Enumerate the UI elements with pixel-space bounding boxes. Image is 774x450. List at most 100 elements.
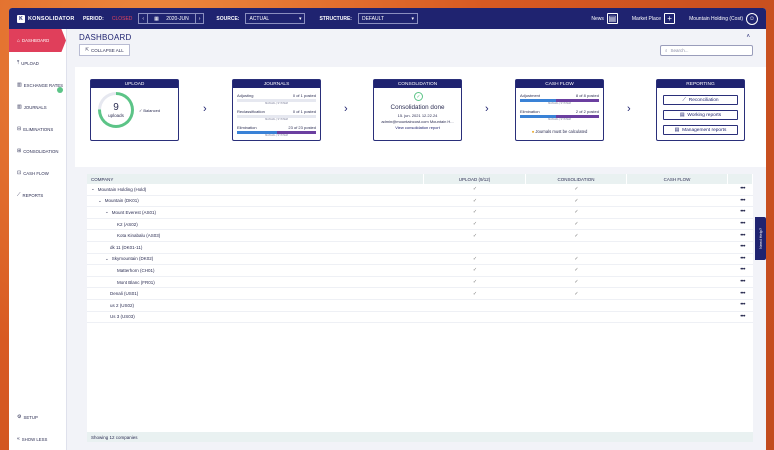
column-upload[interactable]: UPLOAD (9/12) xyxy=(424,174,526,184)
table-row[interactable]: ⌄ Mountain Holding (Hold) ✓ ✓ ••• xyxy=(87,184,753,196)
company-cell: ⌄ Mountain (DK01) xyxy=(87,198,424,204)
cashflow-row-status: 2 of 2 posted xyxy=(575,109,599,114)
consolidation-date: 15. jun. 2021 12.22.24 xyxy=(397,113,438,118)
more-icon[interactable]: ••• xyxy=(728,209,753,215)
period-label: PERIOD: xyxy=(83,15,104,22)
more-icon[interactable]: ••• xyxy=(728,267,753,273)
more-icon[interactable]: ••• xyxy=(728,302,753,308)
more-icon[interactable]: ••• xyxy=(728,233,753,239)
management-reports-button[interactable]: ▤ Management reports xyxy=(663,125,738,135)
journals-card[interactable]: JOURNALS Adjusting 0 of 1 posted MANUAL … xyxy=(232,79,321,141)
more-icon[interactable]: ••• xyxy=(728,256,753,262)
more-icon[interactable]: ••• xyxy=(728,221,753,227)
company-name: Us 3 (US03) xyxy=(110,314,135,320)
reconciliation-button[interactable]: ⟋ Reconciliation xyxy=(663,95,738,105)
chevron-down-icon[interactable]: ⌄ xyxy=(105,256,109,262)
column-company[interactable]: COMPANY xyxy=(87,174,424,184)
check-icon: ✓ xyxy=(574,255,579,262)
company-name: dk 11 (DK01-11) xyxy=(110,244,143,250)
structure-select[interactable]: DEFAULT ▾ xyxy=(357,13,418,24)
more-icon[interactable]: ••• xyxy=(728,244,753,250)
table-row[interactable]: Matterhorn (CH01) ✓ ✓ ••• xyxy=(87,265,753,277)
check-icon: ✓ xyxy=(574,221,579,228)
sidebar-item-dashboard[interactable]: ⌂ DASHBOARD xyxy=(9,29,66,52)
management-reports-label: Management reports xyxy=(682,127,727,133)
company-name: K2 (AS02) xyxy=(117,221,138,227)
consolidation-cell: ✓ xyxy=(526,233,627,239)
journal-row-sub: MANUAL | SYSTEM xyxy=(265,118,288,121)
news-label: News xyxy=(591,15,604,22)
sidebar-item-eliminations[interactable]: ⊟ ELIMINATIONS xyxy=(9,118,66,140)
need-help-button[interactable]: Need Help? xyxy=(755,217,766,260)
working-reports-button[interactable]: ▤ Working reports xyxy=(663,110,738,120)
market-place-label: Market Place xyxy=(631,15,662,22)
source-select[interactable]: ACTUAL ▾ xyxy=(245,13,306,24)
sidebar-item-journals[interactable]: ▥ JOURNALS xyxy=(9,96,66,118)
cash-flow-card[interactable]: CASH FLOW Adjustment 8 of 8 posted MANUA… xyxy=(515,79,604,141)
more-icon[interactable]: ••• xyxy=(728,291,753,297)
cashflow-warning-text: Journals must be calculated xyxy=(535,129,588,134)
upload-cell: ✓ xyxy=(424,291,526,297)
consolidation-report-link[interactable]: View consolidation report xyxy=(374,125,461,130)
chevron-down-icon[interactable]: ⌄ xyxy=(105,209,109,215)
user-icon: ☺ xyxy=(746,12,758,25)
table-row[interactable]: ⌄ Skymountain (DK02) ✓ ✓ ••• xyxy=(87,254,753,266)
journal-row-label: Adjusting xyxy=(237,93,254,98)
column-cash-flow[interactable]: CASH FLOW xyxy=(627,174,728,184)
more-icon[interactable]: ••• xyxy=(728,186,753,192)
search-input[interactable]: ⌕ Search... xyxy=(660,45,753,56)
next-period-icon[interactable]: › xyxy=(194,14,204,23)
sidebar-item-reports[interactable]: ⟋ REPORTS xyxy=(9,184,66,206)
upload-card[interactable]: UPLOAD 9 uploads ✓ Balanced xyxy=(90,79,179,141)
check-icon: ✓ xyxy=(472,290,478,297)
column-consolidation[interactable]: CONSOLIDATION xyxy=(526,174,627,184)
sidebar-bottom: ⚙ SETUP «SHOW LESS xyxy=(9,406,66,450)
table-row[interactable]: ⌄ Mountain (DK01) ✓ ✓ ••• xyxy=(87,196,753,208)
chevron-up-icon[interactable]: ˄ xyxy=(746,34,750,40)
sidebar-item-cash-flow[interactable]: ⊡ CASH FLOW xyxy=(9,162,66,184)
check-circle-icon: ✓ xyxy=(414,92,423,101)
journal-row-sub: MANUAL | SYSTEM xyxy=(265,134,288,137)
sidebar-item-exchange-rates[interactable]: ▥ EXCHANGE RATES xyxy=(9,74,66,96)
collapse-all-button[interactable]: ⇱ COLLAPSE ALL xyxy=(79,44,130,56)
table-row[interactable]: K2 (AS02) ✓ ✓ ••• xyxy=(87,219,753,231)
chevron-down-icon[interactable]: ⌄ xyxy=(98,198,102,204)
table-row[interactable]: Denali (US01) ✓ ✓ ••• xyxy=(87,288,753,300)
prev-period-icon[interactable]: ‹ xyxy=(139,14,149,23)
chart-icon: ⟋ xyxy=(682,98,686,103)
consolidation-card[interactable]: CONSOLIDATION ✓ Consolidation done 15. j… xyxy=(373,79,462,141)
period-selector[interactable]: ‹ ▦ 2020-JUN › xyxy=(138,13,205,24)
consolidation-cell: ✓ xyxy=(526,256,627,262)
table-row[interactable]: ⌄ Mount Everest (AS01) ✓ ✓ ••• xyxy=(87,207,753,219)
table-row[interactable]: Kota Kinabalu (AS03) ✓ ✓ ••• xyxy=(87,230,753,242)
sidebar-item-upload[interactable]: ⤒ UPLOAD xyxy=(9,52,66,74)
consolidation-cell: ✓ xyxy=(526,279,627,285)
check-icon: ✓ xyxy=(139,108,143,113)
table-row[interactable]: Us 3 (US03) ••• xyxy=(87,312,753,324)
table-row[interactable]: us 2 (US02) ••• xyxy=(87,300,753,312)
more-icon[interactable]: ••• xyxy=(728,198,753,204)
market-place-button[interactable]: Market Place + xyxy=(631,13,676,24)
check-icon: ✓ xyxy=(472,279,478,286)
period-value[interactable]: ▦ 2020-JUN xyxy=(148,14,195,23)
chevron-down-icon: ▾ xyxy=(411,15,414,22)
consolidation-card-title: CONSOLIDATION xyxy=(374,80,461,88)
more-icon[interactable]: ••• xyxy=(728,279,753,285)
table-row[interactable]: dk 11 (DK01-11) ••• xyxy=(87,242,753,254)
consolidation-status: Consolidation done xyxy=(390,104,445,111)
sidebar-item-setup[interactable]: ⚙ SETUP xyxy=(9,406,66,428)
check-icon: ✓ xyxy=(472,221,478,228)
cashflow-icon: ⊡ xyxy=(17,170,22,176)
main-content: DASHBOARD ˄ ⇱ COLLAPSE ALL ⌕ Search... UPL… xyxy=(75,29,766,450)
app-window: K KONSOLIDATOR PERIOD: CLOSED ‹ ▦ 2020-JU… xyxy=(9,8,766,450)
sidebar-item-show-less[interactable]: «SHOW LESS xyxy=(9,428,66,450)
consolidation-cell: ✓ xyxy=(526,198,627,204)
more-icon[interactable]: ••• xyxy=(728,314,753,320)
sidebar-item-consolidation[interactable]: ⊞ CONSOLIDATION xyxy=(9,140,66,162)
consolidation-cell: ✓ xyxy=(526,186,627,192)
chevron-down-icon[interactable]: ⌄ xyxy=(91,186,95,192)
table-row[interactable]: Mont Blanc (FR01) ✓ ✓ ••• xyxy=(87,277,753,289)
table-header: COMPANY UPLOAD (9/12) CONSOLIDATION CASH… xyxy=(87,174,753,184)
news-button[interactable]: News ▤ xyxy=(591,13,618,24)
user-menu[interactable]: Mountain Holding (Cost) ☺ xyxy=(689,12,758,25)
